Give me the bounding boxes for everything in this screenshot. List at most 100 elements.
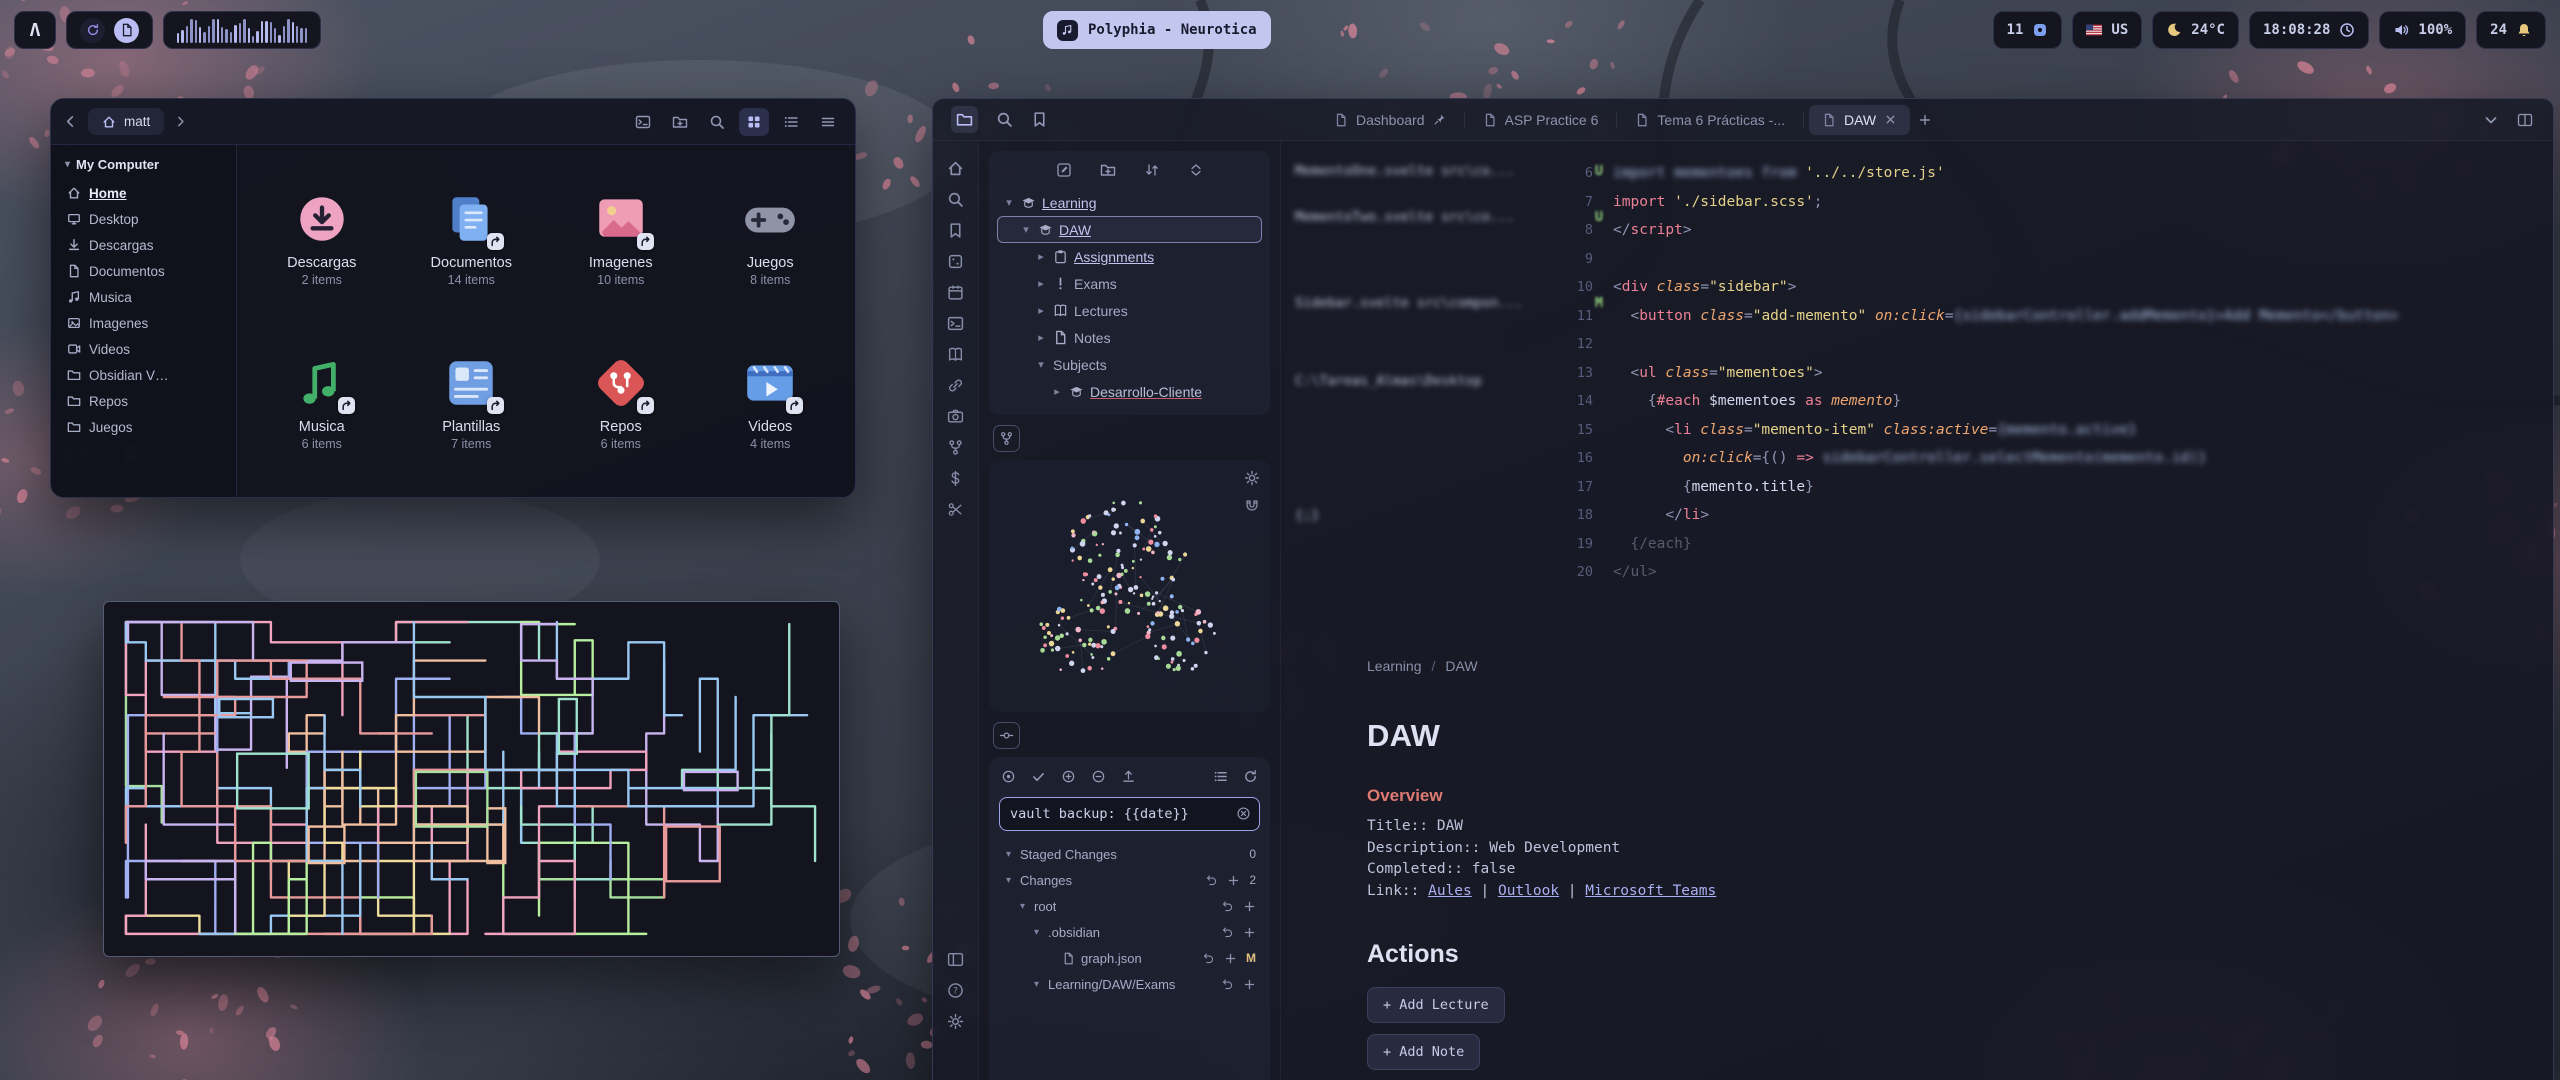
- toggle-explorer-button[interactable]: [951, 106, 978, 133]
- volume-pill[interactable]: 100%: [2379, 11, 2466, 49]
- tab-tema-6-pr-cticas[interactable]: Tema 6 Prácticas -...: [1622, 105, 1798, 135]
- note-breadcrumb[interactable]: Learning/DAW: [1367, 658, 2483, 674]
- search-panel-icon[interactable]: [996, 111, 1013, 128]
- folder-musica[interactable]: Musica6 items: [247, 323, 397, 481]
- ribbon-help-icon[interactable]: ?: [939, 975, 973, 1006]
- keyboard-layout-pill[interactable]: US: [2072, 11, 2142, 49]
- sort-icon[interactable]: [1144, 162, 1160, 178]
- sidebar-item-obsidian-v[interactable]: Obsidian V…: [61, 362, 226, 388]
- clock-pill[interactable]: 18:08:28: [2249, 11, 2369, 49]
- sidebar-item-descargas[interactable]: Descargas: [61, 232, 226, 258]
- ribbon-scissors-icon[interactable]: [939, 494, 973, 525]
- ribbon-search-icon[interactable]: [939, 184, 973, 215]
- ribbon-fork-icon[interactable]: [939, 432, 973, 463]
- notifications-pill[interactable]: 24: [2476, 11, 2546, 49]
- launcher-button[interactable]: Λ: [14, 11, 56, 49]
- sidebar-item-musica[interactable]: Musica: [61, 284, 226, 310]
- tab-dashboard[interactable]: Dashboard: [1321, 105, 1459, 135]
- edit-box-icon[interactable]: [1056, 162, 1072, 178]
- workspaces-pill[interactable]: 11: [1993, 11, 2063, 49]
- tree-item-desarrollo-cliente[interactable]: ▸Desarrollo-Cliente: [997, 378, 1262, 405]
- sidebar-item-desktop[interactable]: Desktop: [61, 206, 226, 232]
- sidebar-item-documentos[interactable]: Documentos: [61, 258, 226, 284]
- sidebar-item-juegos[interactable]: Juegos: [61, 414, 226, 440]
- action-button-add-note[interactable]: + Add Note: [1367, 1034, 1480, 1070]
- sidebar-item-repos[interactable]: Repos: [61, 388, 226, 414]
- check-icon[interactable]: [1031, 769, 1046, 784]
- tree-item-daw[interactable]: ▾DAW: [997, 216, 1262, 243]
- folder-descargas[interactable]: Descargas2 items: [247, 159, 397, 317]
- tab-daw[interactable]: DAW: [1809, 105, 1910, 135]
- ribbon-settings-icon[interactable]: [939, 1006, 973, 1037]
- ribbon-terminal-icon[interactable]: [939, 308, 973, 339]
- media-player-pill[interactable]: Polyphia - Neurotica: [1043, 11, 1271, 49]
- git-item-root[interactable]: ▾root: [995, 893, 1264, 919]
- forward-button[interactable]: [174, 115, 187, 128]
- graph-filter-icon[interactable]: [1244, 498, 1260, 514]
- git-item-learning-daw-exams[interactable]: ▾Learning/DAW/Exams: [995, 971, 1264, 997]
- sidebar-item-home[interactable]: Home: [61, 180, 226, 206]
- link-microsoft-teams[interactable]: Microsoft Teams: [1585, 883, 1716, 899]
- link-outlook[interactable]: Outlook: [1498, 883, 1559, 899]
- breadcrumb[interactable]: matt: [88, 108, 164, 135]
- graph-panel-icon[interactable]: [993, 425, 1020, 452]
- grid-view-button[interactable]: [739, 108, 769, 136]
- weather-pill[interactable]: 24°C: [2152, 11, 2239, 49]
- git-item-obsidian[interactable]: ▾.obsidian: [995, 919, 1264, 945]
- menu-button[interactable]: [813, 108, 843, 136]
- ribbon-dollar-icon[interactable]: [939, 463, 973, 494]
- notes-tray-button[interactable]: [114, 18, 139, 43]
- tree-item-notes[interactable]: ▸Notes: [997, 324, 1262, 351]
- folder-documentos[interactable]: Documentos14 items: [397, 159, 547, 317]
- folder-plus-icon[interactable]: [1100, 162, 1116, 178]
- tree-item-lectures[interactable]: ▸Lectures: [997, 297, 1262, 324]
- list-view-button[interactable]: [776, 108, 806, 136]
- sidebar-item-imagenes[interactable]: Imagenes: [61, 310, 226, 336]
- folder-plantillas[interactable]: Plantillas7 items: [397, 323, 547, 481]
- search-button[interactable]: [702, 108, 732, 136]
- list-icon[interactable]: [1213, 769, 1228, 784]
- tree-item-assignments[interactable]: ▸Assignments: [997, 243, 1262, 270]
- tree-item-subjects[interactable]: ▾Subjects: [997, 351, 1262, 378]
- commit-message-input[interactable]: [999, 797, 1260, 831]
- circle-plus-icon[interactable]: [1061, 769, 1076, 784]
- folder-videos[interactable]: Videos4 items: [696, 323, 846, 481]
- link-aules[interactable]: Aules: [1428, 883, 1472, 899]
- graph-settings-icon[interactable]: [1244, 470, 1260, 486]
- breadcrumb-part[interactable]: DAW: [1445, 658, 1477, 674]
- folder-repos[interactable]: Repos6 items: [546, 323, 696, 481]
- bookmarks-panel-icon[interactable]: [1031, 111, 1048, 128]
- new-tab-button[interactable]: [1912, 107, 1938, 133]
- git-item-changes[interactable]: ▾Changes2: [995, 867, 1264, 893]
- ribbon-dice-icon[interactable]: [939, 246, 973, 277]
- ribbon-panel-left-icon[interactable]: [939, 944, 973, 975]
- git-panel-icon[interactable]: [993, 722, 1020, 749]
- back-button[interactable]: [63, 114, 78, 129]
- collapse-icon[interactable]: [1188, 162, 1204, 178]
- sidebar-section-title[interactable]: ▾ My Computer: [61, 155, 226, 180]
- ribbon-link-icon[interactable]: [939, 370, 973, 401]
- folder-juegos[interactable]: Juegos8 items: [696, 159, 846, 317]
- sidebar-item-videos[interactable]: Videos: [61, 336, 226, 362]
- tree-item-exams[interactable]: ▸Exams: [997, 270, 1262, 297]
- folder-imagenes[interactable]: Imagenes10 items: [546, 159, 696, 317]
- circle-minus-icon[interactable]: [1091, 769, 1106, 784]
- tab-list-dropdown-icon[interactable]: [2483, 112, 2499, 128]
- tab-asp-practice-6[interactable]: ASP Practice 6: [1470, 105, 1612, 135]
- clear-message-icon[interactable]: [1236, 806, 1251, 821]
- circle-dot-icon[interactable]: [1001, 769, 1016, 784]
- split-layout-icon[interactable]: [2517, 112, 2533, 128]
- graph-view-panel[interactable]: [989, 460, 1270, 712]
- ribbon-book-icon[interactable]: [939, 339, 973, 370]
- ribbon-home-icon[interactable]: [939, 153, 973, 184]
- updates-tray-button[interactable]: [80, 18, 105, 43]
- upload-icon[interactable]: [1121, 769, 1136, 784]
- ribbon-calendar-icon[interactable]: [939, 277, 973, 308]
- new-folder-button[interactable]: [665, 108, 695, 136]
- refresh-icon[interactable]: [1243, 769, 1258, 784]
- git-item-staged-changes[interactable]: ▾Staged Changes0: [995, 841, 1264, 867]
- ribbon-bookmark-icon[interactable]: [939, 215, 973, 246]
- action-button-add-lecture[interactable]: + Add Lecture: [1367, 987, 1505, 1023]
- ribbon-camera-icon[interactable]: [939, 401, 973, 432]
- tree-item-learning[interactable]: ▾Learning: [997, 189, 1262, 216]
